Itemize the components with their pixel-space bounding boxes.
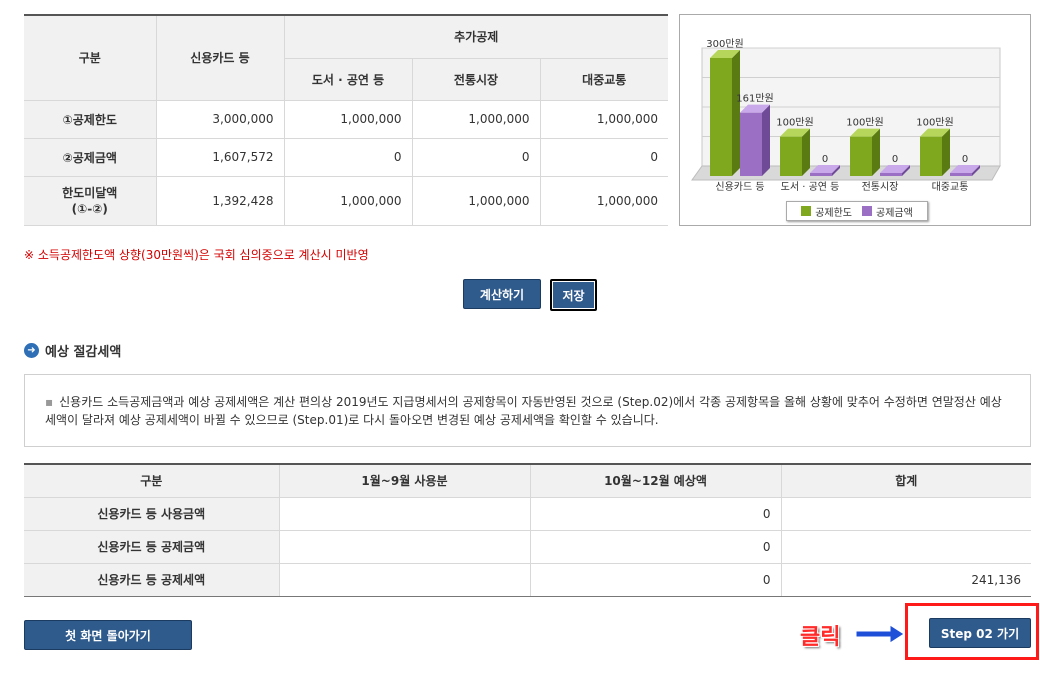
cell-value <box>781 497 1031 531</box>
legend-label: 공제한도 <box>815 207 852 219</box>
cell-value <box>279 530 531 564</box>
bar-amount <box>810 173 832 176</box>
header-credit-card: 신용카드 등 <box>156 14 285 101</box>
data-label: 0 <box>962 154 968 165</box>
arrow-right-icon <box>855 624 905 644</box>
category-label: 대중교통 <box>932 181 969 193</box>
header-category: 구분 <box>24 463 280 498</box>
data-label: 300만원 <box>706 38 744 50</box>
table-row: 신용카드 등 공제금액 0 <box>24 530 1031 564</box>
header-total: 합계 <box>781 463 1031 498</box>
bar-amount <box>950 173 972 176</box>
chart-svg: 300만원 161만원신용카드 등 100만원 0 도서 · 공연 등 100만원 0 전통시… <box>691 38 1001 193</box>
bar-amount-side <box>762 104 770 176</box>
category-label: 도서 · 공연 등 <box>781 181 840 193</box>
header-market: 전통시장 <box>412 58 541 101</box>
header-oct-dec: 10월~12월 예상액 <box>530 463 782 498</box>
click-annotation-label: 클릭 <box>800 625 841 650</box>
chart-legend: 공제한도 공제금액 <box>786 201 928 221</box>
table-row: ②공제금액 1,607,572 0 0 0 <box>24 138 668 177</box>
legend-swatch-amount <box>862 206 872 216</box>
header-books: 도서 · 공연 등 <box>284 58 413 101</box>
legend-swatch-limit <box>801 206 812 216</box>
row-label: ②공제금액 <box>24 138 157 177</box>
cell-value: 0 <box>540 138 668 177</box>
bar-limit-side <box>942 128 950 176</box>
cell-value: 0 <box>284 138 413 177</box>
table-row: ①공제한도 3,000,000 1,000,000 1,000,000 1,00… <box>24 100 668 139</box>
info-box: ▪ 신용카드 소득공제금액과 예상 공제세액은 계산 편의상 2019년도 지급명… <box>24 374 1031 447</box>
legend-item: 공제한도 <box>801 204 852 219</box>
table-row: 신용카드 등 사용금액 0 <box>24 497 1031 531</box>
row-label: ①공제한도 <box>24 100 157 139</box>
cell-value: 1,000,000 <box>540 176 668 226</box>
data-label: 161만원 <box>736 93 774 105</box>
cell-value: 1,000,000 <box>284 176 413 226</box>
data-label: 0 <box>892 154 898 165</box>
header-jan-sep: 1월~9월 사용분 <box>279 463 531 498</box>
cell-value: 241,136 <box>781 563 1031 597</box>
data-label: 100만원 <box>846 117 884 129</box>
legend-item: 공제금액 <box>862 204 913 219</box>
cell-value: 1,607,572 <box>156 138 285 177</box>
row-label: 신용카드 등 공제세액 <box>24 563 280 597</box>
bar-limit-side <box>802 128 810 176</box>
bar-limit <box>710 58 732 176</box>
row-label: 신용카드 등 공제금액 <box>24 530 280 564</box>
notice-text: ※ 소득공제한도액 상향(30만원씩)은 국회 심의중으로 계산시 미반영 <box>24 248 369 262</box>
bar-limit-side <box>732 50 740 176</box>
header-transit: 대중교통 <box>540 58 668 101</box>
bar-limit <box>850 136 872 176</box>
cell-value: 1,000,000 <box>412 100 541 139</box>
row-label-line2: (①-②) <box>71 201 108 216</box>
step-02-button[interactable]: Step 02 가기 <box>929 618 1031 648</box>
section-title-text: 예상 절감세액 <box>45 345 122 360</box>
bar-limit <box>780 136 802 176</box>
table-row: 한도미달액 (①-②) 1,392,428 1,000,000 1,000,00… <box>24 176 668 226</box>
header-category: 구분 <box>24 14 157 101</box>
bar-amount <box>880 173 902 176</box>
cell-value: 0 <box>530 530 782 564</box>
cell-value <box>781 530 1031 564</box>
row-label: 신용카드 등 사용금액 <box>24 497 280 531</box>
data-label: 100만원 <box>916 117 954 129</box>
bar-amount <box>740 112 762 176</box>
tax-table: 구분 1월~9월 사용분 10월~12월 예상액 합계 신용카드 등 사용금액 … <box>24 463 1031 597</box>
section-title: ➜ 예상 절감세액 <box>24 341 121 360</box>
category-label: 전통시장 <box>862 181 899 193</box>
legend-label: 공제금액 <box>876 207 913 219</box>
data-label: 0 <box>822 154 828 165</box>
row-label-line1: 한도미달액 <box>62 185 118 200</box>
cell-value: 0 <box>530 497 782 531</box>
bar-limit-side <box>872 128 880 176</box>
data-label: 100만원 <box>776 117 814 129</box>
cell-value: 3,000,000 <box>156 100 285 139</box>
table-row: 신용카드 등 공제세액 0 241,136 <box>24 563 1031 597</box>
save-button[interactable]: 저장 <box>550 279 597 311</box>
cell-value: 0 <box>530 563 782 597</box>
cell-value: 0 <box>412 138 541 177</box>
cell-value: 1,000,000 <box>540 100 668 139</box>
cell-value: 1,000,000 <box>412 176 541 226</box>
calculate-button[interactable]: 계산하기 <box>463 279 541 309</box>
deduction-table: 구분 신용카드 등 추가공제 도서 · 공연 등 전통시장 대중교통 ①공제한도… <box>24 14 668 226</box>
home-button[interactable]: 첫 화면 돌아가기 <box>24 620 192 650</box>
info-text: 신용카드 소득공제금액과 예상 공제세액은 계산 편의상 2019년도 지급명세… <box>45 395 1002 427</box>
category-label: 신용카드 등 <box>715 181 764 193</box>
header-extra: 추가공제 <box>284 14 668 59</box>
cell-value: 1,000,000 <box>284 100 413 139</box>
cell-value <box>279 563 531 597</box>
bar-limit <box>920 136 942 176</box>
cell-value <box>279 497 531 531</box>
bullet-icon: ▪ <box>45 395 54 409</box>
arrow-right-icon: ➜ <box>24 343 39 358</box>
deduction-chart: 300만원 161만원신용카드 등 100만원 0 도서 · 공연 등 100만원 0 전통시… <box>679 14 1031 226</box>
cell-value: 1,392,428 <box>156 176 285 226</box>
row-label: 한도미달액 (①-②) <box>24 176 157 226</box>
